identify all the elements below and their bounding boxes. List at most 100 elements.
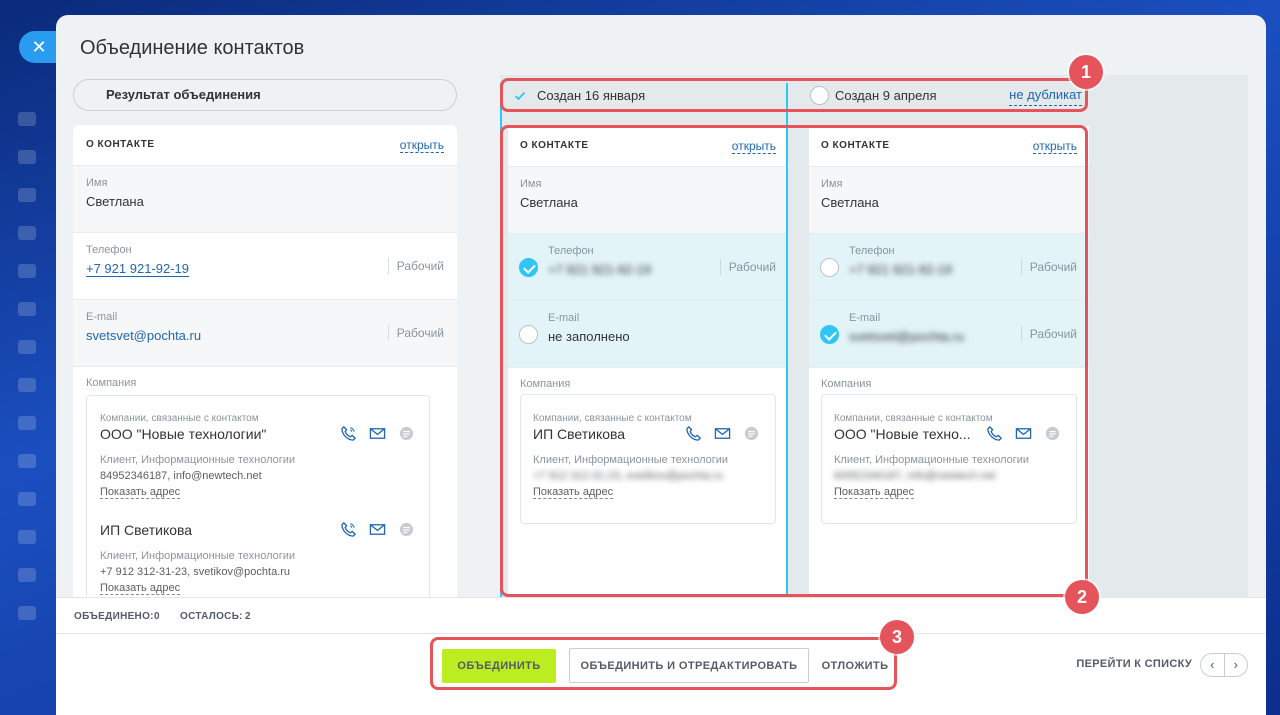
- show-address-link[interactable]: Показать адрес: [533, 486, 614, 499]
- email-field: E-mail не заполнено: [508, 300, 788, 367]
- selection-outline-left: [500, 83, 502, 597]
- not-duplicate-link[interactable]: не дубликат: [1009, 85, 1082, 106]
- company-description: Клиент, Информационные технологии: [834, 454, 1030, 466]
- tab-label: Создан 16 января: [537, 88, 646, 103]
- merged-count: 0: [154, 611, 160, 622]
- field-label: Имя: [86, 177, 108, 189]
- chat-icon[interactable]: [398, 521, 415, 538]
- field-label: Компания: [821, 378, 872, 390]
- open-link[interactable]: открыть: [1032, 139, 1077, 154]
- company-caption: Компании, связанные с контактом: [533, 413, 692, 424]
- sidebar-ghost-icon: [18, 606, 36, 620]
- company-actions: [340, 521, 415, 538]
- open-link[interactable]: открыть: [731, 139, 776, 154]
- chat-icon[interactable]: [1044, 425, 1061, 442]
- email-select-radio[interactable]: [820, 325, 839, 344]
- mail-icon[interactable]: [369, 425, 386, 442]
- field-value: +7 921 921-92-19: [849, 262, 953, 277]
- field-label: E-mail: [548, 312, 580, 324]
- email-field: E-mail svetsvet@pochta.ru Рабочий: [73, 299, 457, 366]
- section-header: О КОНТАКТЕ открыть: [508, 126, 788, 166]
- field-value: Светлана: [520, 195, 578, 210]
- duplicate-card-1: О КОНТАКТЕ открыть Имя Светлана Телефон …: [508, 126, 788, 596]
- company-description: Клиент, Информационные технологии: [100, 550, 296, 562]
- name-field: Имя Светлана: [508, 166, 788, 233]
- sidebar-ghost-icon: [18, 416, 36, 430]
- field-label: E-mail: [849, 312, 881, 324]
- field-label: Телефон: [548, 245, 594, 257]
- company-caption: Компании, связанные с контактом: [100, 413, 259, 424]
- go-to-list-link[interactable]: ПЕРЕЙТИ К СПИСКУ: [1076, 658, 1192, 670]
- field-label: Телефон: [86, 244, 132, 256]
- section-title: О КОНТАКТЕ: [520, 140, 589, 151]
- field-value: Светлана: [86, 194, 144, 209]
- result-section-header: О КОНТАКТЕ открыть: [73, 125, 457, 165]
- postpone-button[interactable]: ОТЛОЖИТЬ: [818, 649, 892, 683]
- email-field: E-mail svetsvet@pochta.ru Рабочий: [809, 300, 1089, 367]
- email-link[interactable]: svetsvet@pochta.ru: [86, 328, 201, 343]
- sidebar-ghost-icon: [18, 226, 36, 240]
- company-actions: [986, 425, 1061, 442]
- section-title: О КОНТАКТЕ: [821, 140, 890, 151]
- phone-icon[interactable]: [986, 425, 1003, 442]
- tab-label: Создан 9 апреля: [835, 88, 937, 103]
- field-value: +7 921 921-92-19: [548, 262, 652, 277]
- field-label: Имя: [520, 178, 542, 190]
- select-radio[interactable]: [810, 86, 829, 105]
- field-label: E-mail: [86, 311, 118, 323]
- mail-icon[interactable]: [714, 425, 731, 442]
- company-item: Компании, связанные с контактом ООО "Нов…: [100, 413, 420, 500]
- app-sidebar: [0, 0, 56, 715]
- page-title: Объединение контактов: [80, 37, 305, 59]
- field-label: Имя: [821, 178, 843, 190]
- annotation-badge-2: 2: [1065, 580, 1099, 614]
- email-select-radio[interactable]: [519, 325, 538, 344]
- chevron-right-icon[interactable]: ›: [1223, 654, 1248, 676]
- sidebar-ghost-icon: [18, 530, 36, 544]
- sidebar-ghost-icon: [18, 302, 36, 316]
- tab-duplicate-2[interactable]: Создан 9 апреля не дубликат: [806, 83, 1086, 109]
- phone-link[interactable]: +7 921 921-92-19: [86, 261, 190, 277]
- chat-icon[interactable]: [743, 425, 760, 442]
- phone-field: Телефон +7 921 921-92-19 Рабочий: [508, 233, 788, 300]
- merged-label: ОБЪЕДИНЕНО:: [74, 611, 154, 622]
- tab-merge-result[interactable]: Результат объединения: [73, 79, 457, 111]
- chat-icon[interactable]: [398, 425, 415, 442]
- phone-select-radio[interactable]: [519, 258, 538, 277]
- open-link[interactable]: открыть: [399, 138, 444, 153]
- field-label: Телефон: [849, 245, 895, 257]
- tab-duplicate-1[interactable]: Создан 16 января: [508, 83, 780, 109]
- show-address-link[interactable]: Показать адрес: [100, 582, 181, 595]
- mail-icon[interactable]: [1015, 425, 1032, 442]
- field-value: svetsvet@pochta.ru: [849, 329, 965, 344]
- sidebar-ghost-icon: [18, 150, 36, 164]
- merge-and-edit-button[interactable]: ОБЪЕДИНИТЬ И ОТРЕДАКТИРОВАТЬ: [569, 648, 809, 683]
- check-icon: [514, 91, 526, 101]
- phone-field: Телефон +7 921 921-92-19 Рабочий: [809, 233, 1089, 300]
- phone-icon[interactable]: [685, 425, 702, 442]
- sidebar-ghost-icon: [18, 112, 36, 126]
- name-field: Имя Светлана: [73, 165, 457, 232]
- phone-icon[interactable]: [340, 425, 357, 442]
- sidebar-ghost-icon: [18, 378, 36, 392]
- company-contacts: +7 912 312-31-23, svetikov@pochta.ru: [533, 470, 724, 482]
- sidebar-ghost-icon: [18, 492, 36, 506]
- company-actions: [685, 425, 760, 442]
- company-caption: Компании, связанные с контактом: [834, 413, 993, 424]
- company-contacts: 84952346187, info@newtech.net: [834, 470, 996, 482]
- company-description: Клиент, Информационные технологии: [533, 454, 729, 466]
- phone-icon[interactable]: [340, 521, 357, 538]
- chevron-left-icon[interactable]: ‹: [1201, 654, 1224, 676]
- mail-icon[interactable]: [369, 521, 386, 538]
- field-label: Компания: [86, 377, 137, 389]
- company-list: Компании, связанные с контактом ООО "Нов…: [86, 395, 430, 597]
- show-address-link[interactable]: Показать адрес: [834, 486, 915, 499]
- close-button[interactable]: ✕: [19, 31, 59, 63]
- email-type: Рабочий: [1020, 326, 1077, 342]
- merge-button[interactable]: ОБЪЕДИНИТЬ: [442, 649, 556, 683]
- show-address-link[interactable]: Показать адрес: [100, 486, 181, 499]
- company-section: Компания Компании, связанные с контактом…: [508, 367, 788, 567]
- phone-select-radio[interactable]: [820, 258, 839, 277]
- company-item: Компании, связанные с контактом ИП Свети…: [533, 413, 765, 500]
- phone-field: Телефон +7 921 921-92-19 Рабочий: [73, 232, 457, 299]
